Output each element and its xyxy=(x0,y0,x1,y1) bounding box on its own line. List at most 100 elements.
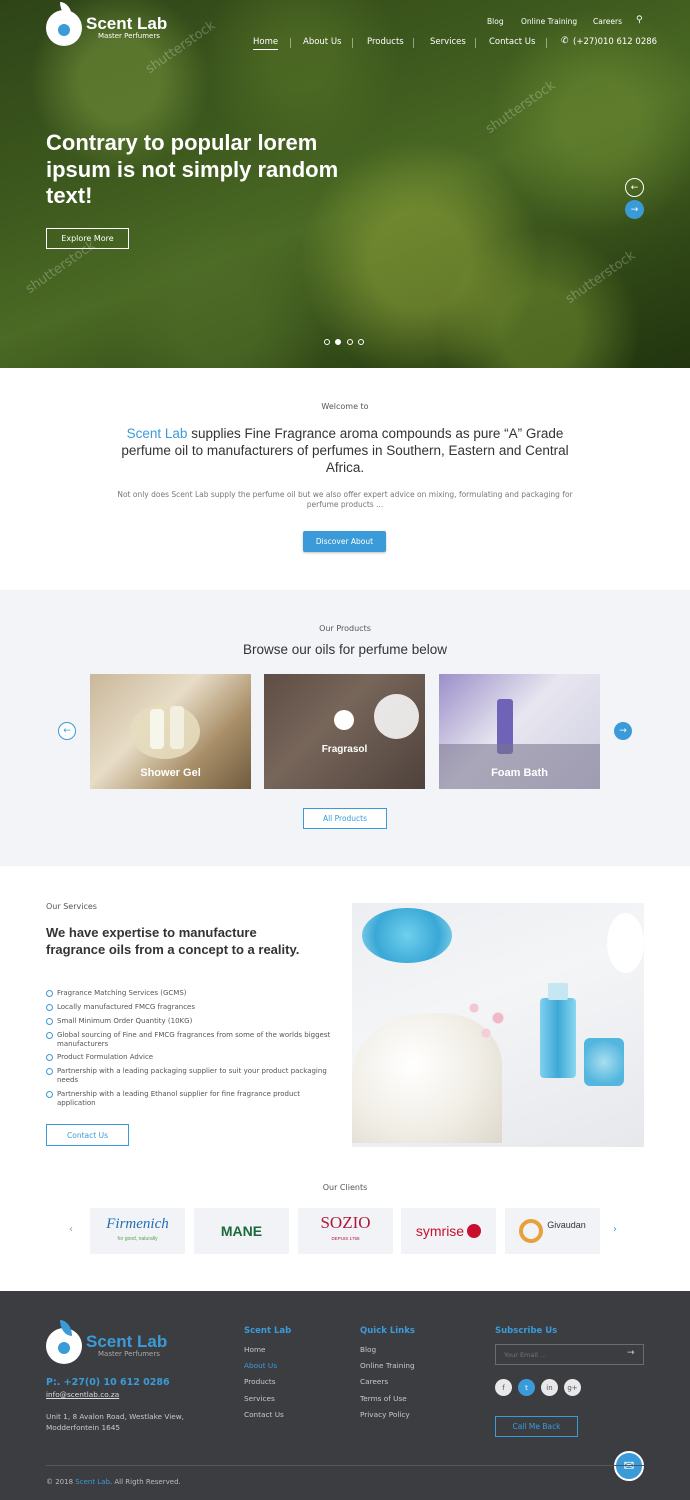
footer-email[interactable]: info@scentlab.co.za xyxy=(46,1390,119,1399)
nav-services[interactable]: Services xyxy=(430,37,466,47)
footer-link-contact-us[interactable]: Contact Us xyxy=(244,1410,284,1419)
client-name: SOZIO xyxy=(320,1213,371,1232)
clients-next-arrow-icon[interactable]: › xyxy=(613,1224,617,1235)
facebook-icon[interactable]: f xyxy=(495,1379,512,1396)
subscribe-email-input[interactable] xyxy=(496,1345,621,1364)
footer-phone[interactable]: P:. +27(0) 10 612 0286 xyxy=(46,1377,170,1388)
service-item: Partnership with a leading packaging sup… xyxy=(46,1067,336,1084)
subscribe-title: Subscribe Us xyxy=(495,1326,558,1336)
copyright: © 2018 Scent Lab. All Rigth Reserved. xyxy=(46,1478,181,1486)
product-card-foam-bath[interactable]: Foam Bath xyxy=(439,674,600,789)
footer-col1-title: Scent Lab xyxy=(244,1326,292,1336)
client-sub: for good, naturally xyxy=(117,1235,158,1242)
twitter-icon[interactable]: t xyxy=(518,1379,535,1396)
services-heading: We have expertise to manufacture fragran… xyxy=(46,925,300,957)
copyright-brand[interactable]: Scent Lab xyxy=(75,1478,110,1486)
discover-about-button[interactable]: Discover About xyxy=(303,531,386,552)
topnav-careers[interactable]: Careers xyxy=(593,17,622,26)
footer-link-about-us[interactable]: About Us xyxy=(244,1361,277,1370)
call-me-back-button[interactable]: Call Me Back xyxy=(495,1416,578,1437)
nav-about-us[interactable]: About Us xyxy=(303,37,341,47)
explore-more-button[interactable]: Explore More xyxy=(46,228,129,249)
services-eyebrow: Our Services xyxy=(46,902,97,911)
footer-link-products[interactable]: Products xyxy=(244,1377,276,1386)
footer-link-careers[interactable]: Careers xyxy=(360,1377,388,1386)
welcome-heading-text: supplies Fine Fragrance aroma compounds … xyxy=(121,426,569,475)
watermark: shutterstock xyxy=(563,248,639,307)
service-item: Product Formulation Advice xyxy=(46,1053,336,1062)
copyright-pre: © 2018 xyxy=(46,1478,74,1486)
topnav-blog[interactable]: Blog xyxy=(487,17,504,26)
footer-link-home[interactable]: Home xyxy=(244,1345,266,1354)
products-heading: Browse our oils for perfume below xyxy=(242,642,448,657)
hero-title: Contrary to popular lorem ipsum is not s… xyxy=(46,130,339,208)
client-logo-sozio: SOZIO DEPUIS 1758 xyxy=(298,1208,393,1254)
logo-icon xyxy=(334,710,354,730)
brand-tagline: Master Perfumers xyxy=(98,1350,160,1358)
topnav-online-training[interactable]: Online Training xyxy=(521,17,577,26)
footer-divider xyxy=(46,1465,644,1466)
service-item: Partnership with a leading Ethanol suppl… xyxy=(46,1090,336,1107)
nav-contact-us[interactable]: Contact Us xyxy=(489,37,535,47)
submit-arrow-icon[interactable]: → xyxy=(627,1348,635,1358)
hero-section: shutterstock shutterstock shutterstock s… xyxy=(0,0,690,368)
client-logo-mane: MANE xyxy=(194,1208,289,1254)
google-plus-icon[interactable]: g+ xyxy=(564,1379,581,1396)
nav-home[interactable]: Home xyxy=(253,37,279,50)
site-logo[interactable]: Scent Lab Master Perfumers xyxy=(46,2,168,46)
contact-us-button[interactable]: Contact Us xyxy=(46,1124,129,1146)
slider-dot[interactable] xyxy=(324,339,330,345)
brand-tagline: Master Perfumers xyxy=(98,32,160,40)
hero-next-arrow-icon[interactable]: → xyxy=(625,200,644,219)
product-label: Shower Gel xyxy=(140,767,201,779)
client-name: Givaudan xyxy=(547,1220,586,1230)
slider-dot-active[interactable] xyxy=(335,339,341,345)
slider-dot[interactable] xyxy=(358,339,364,345)
services-image xyxy=(352,903,644,1147)
logo-icon xyxy=(46,2,82,46)
product-label: Foam Bath xyxy=(491,767,548,779)
search-icon[interactable]: ⚲ xyxy=(636,15,643,25)
products-prev-arrow-icon[interactable]: ← xyxy=(58,722,76,740)
client-logo-givaudan: Givaudan xyxy=(505,1208,600,1254)
chat-icon[interactable]: ✉ xyxy=(614,1451,644,1481)
footer: Scent Lab Master Perfumers P:. +27(0) 10… xyxy=(0,1291,690,1500)
welcome-heading: Scent Lab supplies Fine Fragrance aroma … xyxy=(120,425,570,476)
footer-link-terms[interactable]: Terms of Use xyxy=(360,1394,407,1403)
clients-eyebrow: Our Clients xyxy=(322,1183,368,1192)
service-item: Global sourcing of Fine and FMCG fragran… xyxy=(46,1031,336,1048)
welcome-body: Not only does Scent Lab supply the perfu… xyxy=(117,490,573,509)
products-section: Our Products Browse our oils for perfume… xyxy=(0,590,690,866)
footer-link-blog[interactable]: Blog xyxy=(360,1345,376,1354)
product-card-shower-gel[interactable]: Shower Gel xyxy=(90,674,251,789)
service-item: Fragrance Matching Services (GCMS) xyxy=(46,989,336,998)
copyright-post: . All Rigth Reserved. xyxy=(109,1478,181,1486)
product-label: Fragrasol xyxy=(321,744,368,755)
brand-name: Scent Lab xyxy=(86,1332,168,1351)
client-logo-firmenich: Firmenich for good, naturally xyxy=(90,1208,185,1254)
nav-phone[interactable]: (+27)010 612 0286 xyxy=(573,37,657,47)
watermark: shutterstock xyxy=(483,78,559,137)
welcome-eyebrow: Welcome to xyxy=(321,402,369,411)
all-products-button[interactable]: All Products xyxy=(303,808,387,829)
brand-name: Scent Lab xyxy=(86,14,168,33)
products-next-arrow-icon[interactable]: → xyxy=(614,722,632,740)
nav-products[interactable]: Products xyxy=(367,37,404,47)
welcome-heading-brand: Scent Lab xyxy=(126,426,188,441)
client-name: symrise xyxy=(415,1223,465,1239)
product-card-fragrasol[interactable]: Fragrasol xyxy=(264,674,425,789)
footer-logo[interactable]: Scent Lab Master Perfumers xyxy=(46,1320,168,1364)
footer-address: Unit 1, 8 Avalon Road, Westlake View, Mo… xyxy=(46,1412,185,1432)
footer-link-online-training[interactable]: Online Training xyxy=(360,1361,415,1370)
service-item: Locally manufactured FMCG fragrances xyxy=(46,1003,336,1012)
products-eyebrow: Our Products xyxy=(319,624,371,633)
footer-col2-title: Quick Links xyxy=(360,1326,415,1336)
footer-link-privacy[interactable]: Privacy Policy xyxy=(360,1410,410,1419)
clients-prev-arrow-icon[interactable]: ‹ xyxy=(69,1224,73,1235)
client-name: Firmenich xyxy=(106,1215,169,1232)
hero-prev-arrow-icon[interactable]: ← xyxy=(625,178,644,197)
linkedin-icon[interactable]: in xyxy=(541,1379,558,1396)
footer-link-services[interactable]: Services xyxy=(244,1394,275,1403)
slider-dot[interactable] xyxy=(347,339,353,345)
client-name: MANE xyxy=(220,1223,263,1239)
